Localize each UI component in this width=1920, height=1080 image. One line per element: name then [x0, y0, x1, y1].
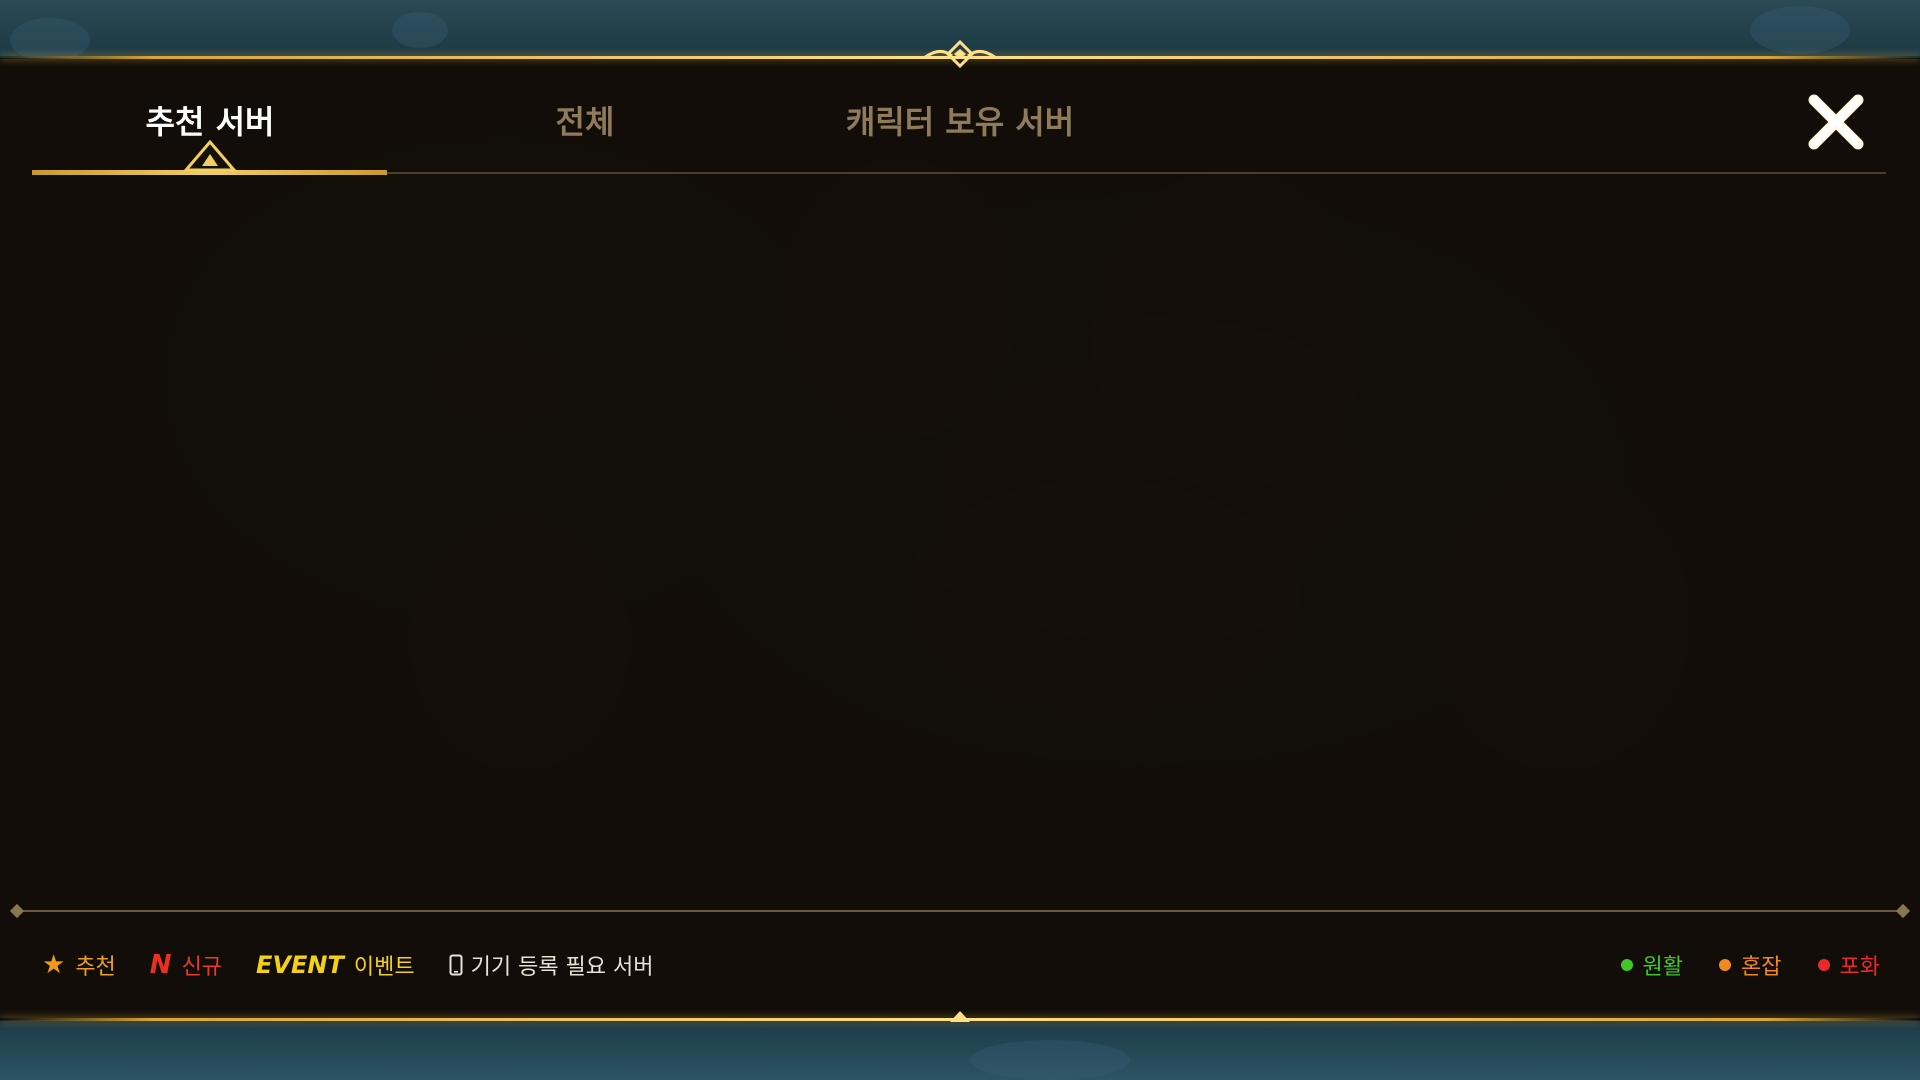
close-icon[interactable] — [1804, 90, 1868, 154]
legend-device: 기기 등록 필요 서버 — [449, 949, 654, 981]
legend-event: EVENT 이벤트 — [256, 949, 415, 981]
active-tab-marker-icon — [182, 140, 238, 172]
new-badge-icon: N — [149, 950, 172, 980]
status-dot-icon — [1719, 959, 1732, 971]
server-select-screen: 추천 서버 전체 캐릭터 보유 서버 ★ 추천 N 신규 EVENT 이벤트 기… — [0, 0, 1920, 1080]
event-badge-icon: EVENT — [256, 951, 344, 979]
server-status-legend: 원활 혼잡 포화 — [1585, 948, 1880, 982]
tab-character-servers[interactable]: 캐릭터 보유 서버 — [820, 100, 1100, 144]
phone-icon — [449, 954, 463, 976]
legend-new: N 신규 — [150, 949, 222, 981]
status-smooth: 원활 — [1620, 949, 1684, 981]
status-dot-icon — [1620, 959, 1633, 971]
status-busy: 혼잡 — [1719, 949, 1782, 981]
star-icon: ★ — [42, 950, 66, 980]
status-full-label: 포화 — [1839, 955, 1880, 980]
legend-recommended: ★ 추천 — [42, 949, 116, 981]
legend-device-label: 기기 등록 필요 서버 — [470, 955, 654, 980]
bottom-ornament-icon — [950, 1011, 970, 1022]
status-smooth-label: 원활 — [1642, 955, 1684, 980]
status-dot-icon — [1817, 959, 1830, 971]
server-type-legend: ★ 추천 N 신규 EVENT 이벤트 기기 등록 필요 서버 — [42, 948, 688, 982]
legend-new-label: 신규 — [181, 955, 223, 980]
server-panel — [0, 58, 1920, 1020]
top-ornament-icon — [923, 40, 997, 69]
legend-recommended-label: 추천 — [75, 955, 116, 980]
tab-all-servers[interactable]: 전체 — [520, 100, 650, 144]
tab-recommended-servers[interactable]: 추천 서버 — [100, 100, 320, 144]
status-busy-label: 혼잡 — [1741, 955, 1782, 980]
status-full: 포화 — [1817, 949, 1880, 981]
legend-event-label: 이벤트 — [353, 955, 415, 980]
legend-divider — [16, 910, 1904, 912]
